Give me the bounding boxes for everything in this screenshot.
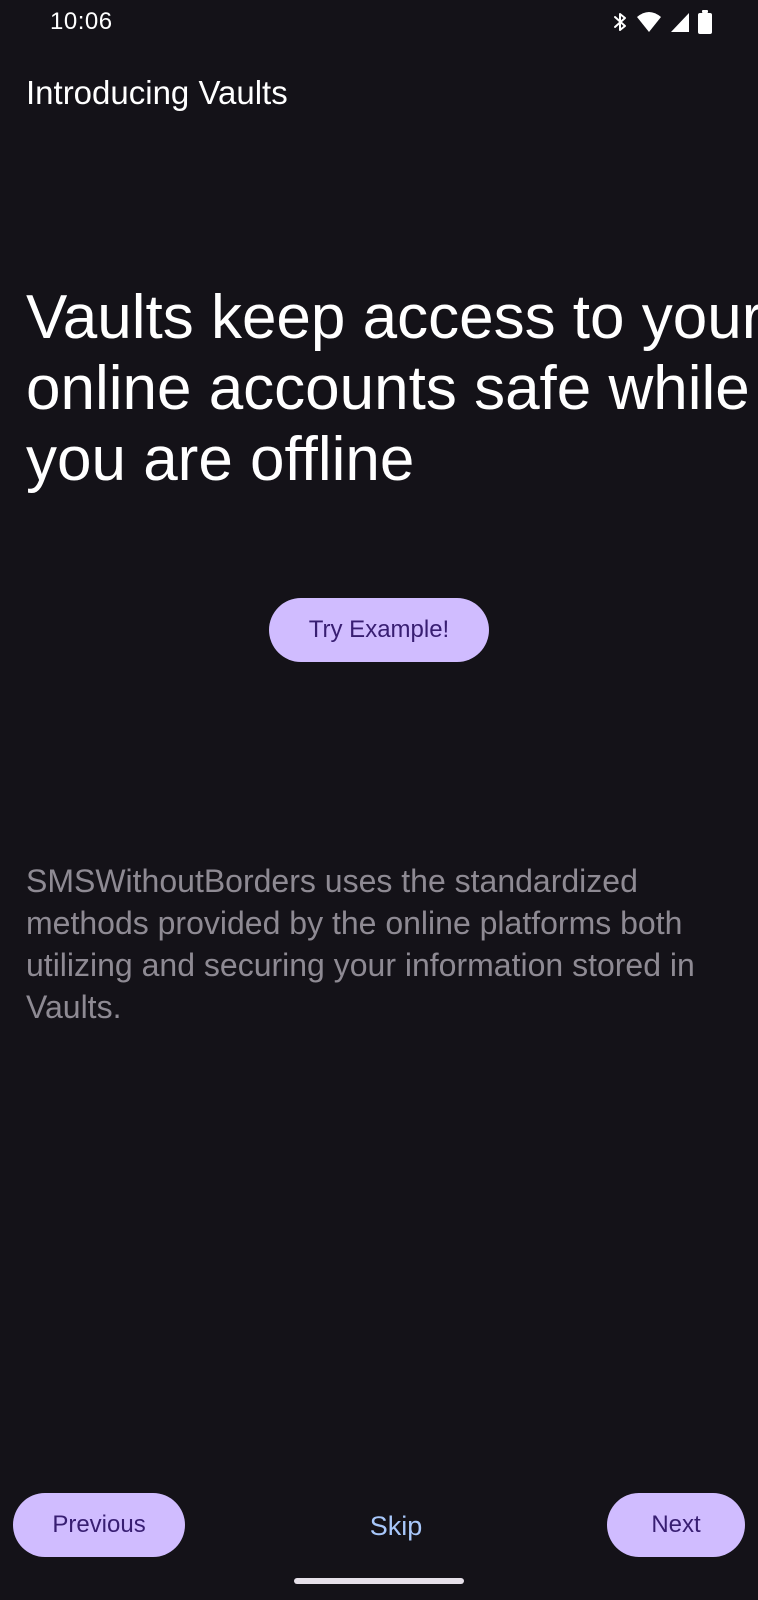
- description: SMSWithoutBorders uses the standardized …: [26, 863, 695, 1025]
- try-example-button[interactable]: Try Example!: [269, 598, 489, 662]
- status-icons: [612, 10, 712, 34]
- skip-button[interactable]: Skip: [360, 1506, 432, 1546]
- previous-button[interactable]: Previous: [13, 1493, 185, 1557]
- next-button[interactable]: Next: [607, 1493, 745, 1557]
- signal-icon: [670, 11, 690, 33]
- home-indicator[interactable]: [294, 1578, 464, 1584]
- headline: Vaults keep access to your online accoun…: [26, 283, 758, 494]
- bottom-navigation: Previous Skip Next: [0, 1490, 758, 1560]
- status-bar: 10:06: [0, 0, 758, 48]
- screen-title: Introducing Vaults: [26, 74, 288, 111]
- status-time: 10:06: [50, 8, 113, 35]
- battery-icon: [698, 10, 712, 34]
- wifi-icon: [636, 11, 662, 33]
- bluetooth-icon: [612, 10, 628, 34]
